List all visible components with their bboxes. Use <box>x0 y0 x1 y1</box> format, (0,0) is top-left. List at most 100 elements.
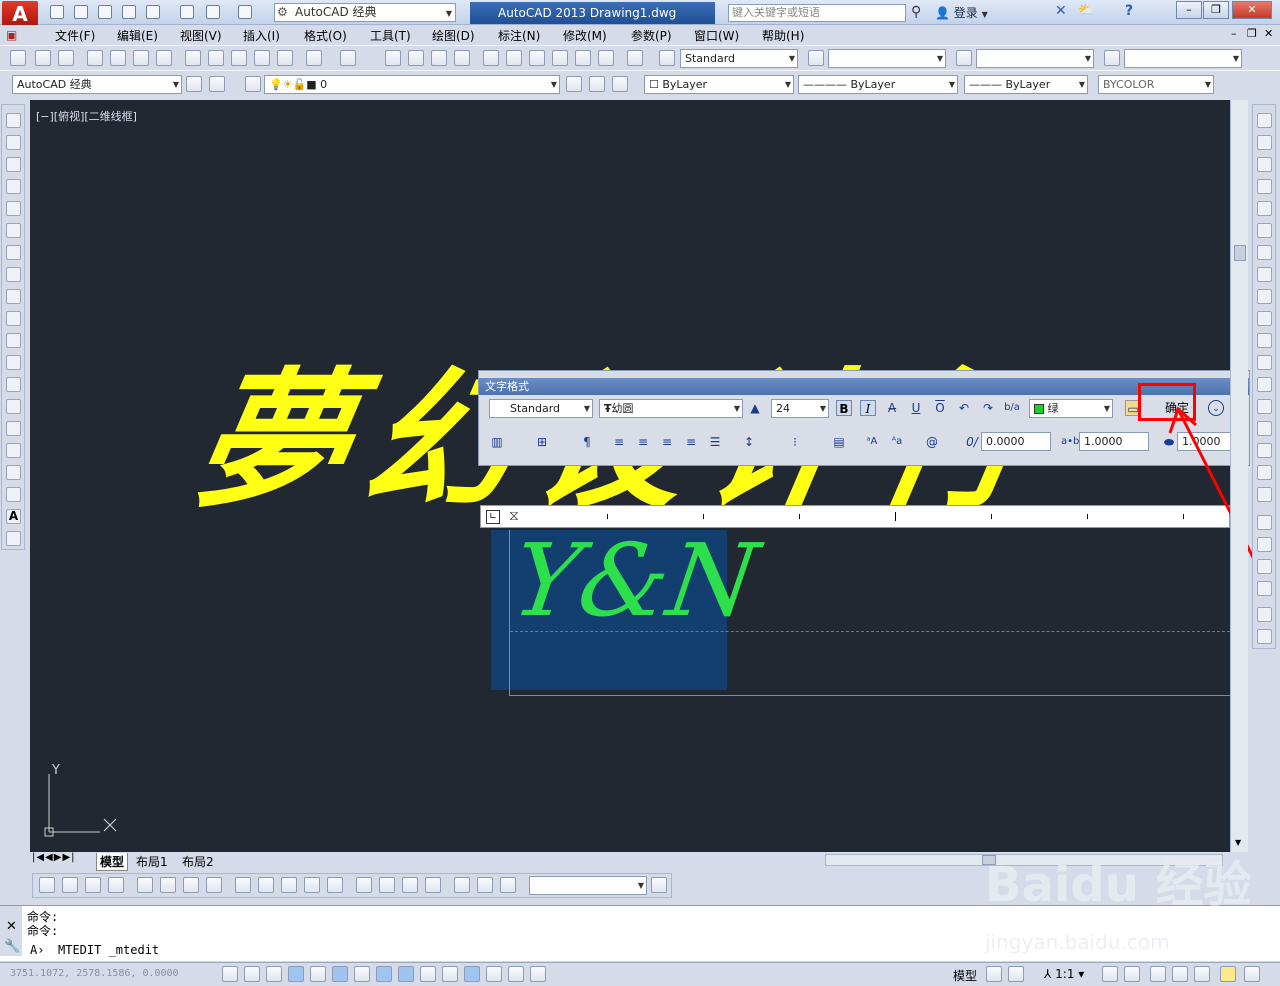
add-selected-icon[interactable] <box>6 531 21 546</box>
break-icon[interactable] <box>1257 377 1272 392</box>
annotation-visibility-icon[interactable] <box>1102 966 1118 982</box>
join-icon[interactable] <box>1257 399 1272 414</box>
stack-icon[interactable]: b/a <box>1004 400 1020 416</box>
mtext-justify-icon[interactable]: ⊞ <box>534 434 550 450</box>
layer-combo[interactable]: 💡☀🔓■ 0 ▼ <box>264 75 560 94</box>
ellipse-icon[interactable] <box>6 311 21 326</box>
bold-button[interactable]: B <box>836 400 852 416</box>
table-style-icon[interactable] <box>956 50 972 66</box>
menu-view[interactable]: 视图(V) <box>180 27 222 44</box>
columns-icon[interactable]: ▥ <box>489 434 505 450</box>
3dprint-icon[interactable] <box>156 50 172 66</box>
save-icon[interactable] <box>98 5 112 19</box>
markup-icon[interactable] <box>575 50 591 66</box>
tab-layout1[interactable]: 布局1 <box>136 853 168 870</box>
design-center-icon[interactable] <box>506 50 522 66</box>
mirror-icon[interactable] <box>1257 157 1272 172</box>
scroll-thumb[interactable] <box>1234 245 1246 261</box>
workspace-combo[interactable]: AutoCAD 经典 ▼ <box>274 3 456 22</box>
save-icon[interactable] <box>58 50 74 66</box>
drawing-quick-view-icon[interactable] <box>1008 966 1024 982</box>
uppercase-icon[interactable]: ᵃA <box>864 434 880 450</box>
construction-line-icon[interactable] <box>6 135 21 150</box>
table-style-combo[interactable]: ▼ <box>976 49 1094 68</box>
text-style-combo[interactable]: Standard ▼ <box>680 49 798 68</box>
justify-icon[interactable]: ≡ <box>683 434 699 450</box>
radius-icon[interactable] <box>137 877 153 893</box>
dim-edit-icon[interactable] <box>454 877 470 893</box>
text-front-icon[interactable] <box>1257 607 1272 622</box>
tab-nav-icon[interactable]: |◀◀▶▶| <box>32 852 76 863</box>
annotation-monitor-icon[interactable] <box>530 966 546 982</box>
lineweight-toggle-icon[interactable] <box>442 966 458 982</box>
center-mark-icon[interactable] <box>379 877 395 893</box>
login-button[interactable]: 👤 登录 ▼ <box>935 4 988 21</box>
numbering-icon[interactable]: ⁝ <box>787 434 803 450</box>
linetype-combo[interactable]: ———— ByLayer ▼ <box>798 75 958 94</box>
symbol-icon[interactable]: @ <box>924 434 940 450</box>
binoculars-icon[interactable]: ⚲ <box>911 4 921 20</box>
paragraph-icon[interactable]: ¶ <box>579 434 595 450</box>
paste-icon[interactable] <box>231 50 247 66</box>
arc-icon[interactable] <box>6 223 21 238</box>
table-icon[interactable] <box>6 487 21 502</box>
italic-button[interactable]: I <box>860 400 876 416</box>
zoom-realtime-icon[interactable] <box>408 50 424 66</box>
ducs-icon[interactable] <box>398 966 414 982</box>
diameter-icon[interactable] <box>183 877 199 893</box>
clean-screen-icon[interactable] <box>1244 966 1260 982</box>
mtext-icon[interactable]: A <box>6 509 21 524</box>
tab-stop-icon[interactable]: ∟ <box>486 510 500 524</box>
vertical-scrollbar[interactable]: ▼ <box>1230 100 1248 852</box>
oblique-angle-input[interactable]: 0.0000 <box>981 432 1051 451</box>
erase-icon[interactable] <box>1257 113 1272 128</box>
infer-constraints-icon[interactable] <box>222 966 238 982</box>
tab-model[interactable]: 模型 <box>96 853 129 871</box>
tf-font-combo[interactable]: Ŧ幼圆 ▼ <box>599 399 743 418</box>
zoom-window-icon[interactable] <box>431 50 447 66</box>
draw-order-icon[interactable] <box>1257 515 1272 530</box>
selection-cycling-icon[interactable] <box>508 966 524 982</box>
break-point-icon[interactable] <box>1257 355 1272 370</box>
blend-icon[interactable] <box>1257 465 1272 480</box>
insert-field-icon[interactable]: ▤ <box>831 434 847 450</box>
chamfer-icon[interactable] <box>1257 421 1272 436</box>
publish-icon[interactable] <box>146 5 160 19</box>
workspace-toolbar-combo[interactable]: AutoCAD 经典 ▼ <box>12 75 182 94</box>
menu-window[interactable]: 窗口(W) <box>694 27 739 44</box>
workspace-save-icon[interactable] <box>209 76 225 92</box>
align-center-icon[interactable]: ≡ <box>635 434 651 450</box>
align-left-icon[interactable]: ≡ <box>611 434 627 450</box>
help-icon[interactable]: ? <box>1125 3 1133 19</box>
stretch-icon[interactable] <box>1257 289 1272 304</box>
copy-icon[interactable] <box>208 50 224 66</box>
maximize-button[interactable]: ❐ <box>1203 1 1229 19</box>
dim-text-edit-icon[interactable] <box>477 877 493 893</box>
tf-height-combo[interactable]: 24 ▼ <box>771 399 829 418</box>
rotate-icon[interactable] <box>1257 245 1272 260</box>
autocad-logo-icon[interactable]: A <box>2 1 38 27</box>
minimize-button[interactable]: – <box>1176 1 1202 19</box>
revision-cloud-icon[interactable] <box>6 267 21 282</box>
jogged-linear-icon[interactable] <box>425 877 441 893</box>
dim-break-icon[interactable] <box>327 877 343 893</box>
workspace-switch-icon[interactable] <box>1150 966 1166 982</box>
snap-mode-icon[interactable] <box>244 966 260 982</box>
distribute-icon[interactable]: ☰ <box>707 434 723 450</box>
move-icon[interactable] <box>1257 223 1272 238</box>
menu-file[interactable]: 文件(F) <box>55 27 95 44</box>
auto-scale-icon[interactable] <box>1124 966 1140 982</box>
dim-style-icon[interactable] <box>808 50 824 66</box>
gradient-icon[interactable] <box>6 443 21 458</box>
annotation-scale[interactable]: ⅄ 1:1 ▾ <box>1044 967 1084 981</box>
undo-icon[interactable]: ↶ <box>956 400 972 416</box>
grid-display-icon[interactable] <box>266 966 282 982</box>
ordinate-icon[interactable] <box>108 877 124 893</box>
sheet-set-icon[interactable] <box>552 50 568 66</box>
redo-icon[interactable] <box>238 5 252 19</box>
model-space-button[interactable]: 模型 <box>953 967 977 984</box>
send-back-icon[interactable] <box>1257 559 1272 574</box>
dyn-icon[interactable] <box>420 966 436 982</box>
close-button[interactable]: ✕ <box>1232 1 1272 19</box>
dim-style-manager-icon[interactable] <box>651 877 667 893</box>
